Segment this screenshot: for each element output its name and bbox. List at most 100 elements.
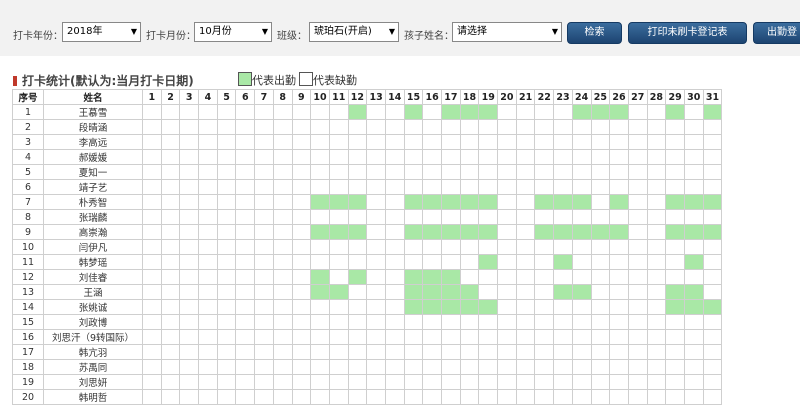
attendance-cell-absent — [198, 209, 218, 225]
attendance-cell-absent — [515, 134, 536, 150]
attendance-cell-absent — [254, 104, 274, 120]
attendance-cell-absent — [590, 344, 611, 360]
year-select-value: 2018年 — [67, 26, 103, 37]
attendance-cell-absent — [347, 299, 368, 315]
attendance-cell-present — [441, 299, 461, 315]
attendance-cell-absent — [665, 254, 685, 270]
attendance-cell-absent — [646, 224, 667, 240]
attendance-cell-absent — [609, 119, 629, 135]
attendance-cell-absent — [347, 284, 368, 300]
attendance-cell-absent — [683, 209, 704, 225]
attendance-cell-absent — [366, 314, 386, 330]
attendance-cell-absent — [291, 239, 312, 255]
attendance-cell-absent — [590, 284, 611, 300]
attendance-cell-absent — [609, 134, 629, 150]
attendance-cell-absent — [534, 389, 555, 405]
attendance-cell-absent — [254, 134, 274, 150]
month-select[interactable]: 10月份 ▼ — [194, 22, 272, 42]
attendance-cell-absent — [142, 299, 162, 315]
attendance-cell-absent — [497, 149, 517, 165]
attendance-cell-absent — [702, 374, 723, 390]
attendance-cell-absent — [160, 374, 181, 390]
attendance-cell-absent — [441, 119, 461, 135]
attendance-cell-absent — [571, 149, 592, 165]
attendance-cell-absent — [235, 359, 256, 375]
attendance-cell-present — [422, 299, 442, 315]
col-header-day: 4 — [198, 89, 218, 105]
attendance-cell-absent — [235, 209, 256, 225]
attendance-cell-absent — [384, 224, 405, 240]
attendance-cell-absent — [142, 194, 162, 210]
attendance-cell-absent — [384, 209, 405, 225]
attendance-cell-absent — [179, 299, 200, 315]
attendance-cell-absent — [609, 374, 629, 390]
attendance-cell-absent — [179, 164, 200, 180]
attendance-cell-absent — [590, 194, 611, 210]
attendance-cell-absent — [235, 254, 256, 270]
year-select[interactable]: 2018年 ▼ — [62, 22, 141, 42]
attendance-cell-absent — [198, 389, 218, 405]
attendance-cell-absent — [571, 314, 592, 330]
attendance-cell-absent — [347, 344, 368, 360]
attendance-cell-present — [478, 194, 499, 210]
attendance-cell-absent — [160, 164, 181, 180]
attendance-cell-absent — [328, 359, 349, 375]
attendance-cell-absent — [571, 239, 592, 255]
attendance-cell-present — [422, 224, 442, 240]
search-button[interactable]: 检索 — [567, 22, 622, 44]
child-select[interactable]: 请选择 ▼ — [452, 22, 562, 42]
attendance-cell-present — [459, 284, 480, 300]
attendance-cell-absent — [534, 104, 555, 120]
attendance-cell-absent — [366, 269, 386, 285]
attendance-cell-absent — [254, 359, 274, 375]
attendance-cell-absent — [571, 164, 592, 180]
attendance-cell-absent — [310, 239, 330, 255]
row-index: 1 — [12, 104, 44, 120]
attendance-cell-absent — [627, 104, 648, 120]
attendance-cell-absent — [272, 119, 293, 135]
col-header-name: 姓名 — [43, 89, 143, 105]
row-index: 5 — [12, 164, 44, 180]
attendance-cell-absent — [497, 359, 517, 375]
attendance-cell-absent — [235, 104, 256, 120]
attendance-cell-absent — [497, 344, 517, 360]
attendance-cell-present — [403, 224, 424, 240]
attendance-cell-absent — [478, 374, 499, 390]
col-header-day: 15 — [403, 89, 424, 105]
attendance-cell-absent — [254, 194, 274, 210]
attendance-cell-absent — [646, 209, 667, 225]
attendance-cell-present — [683, 299, 704, 315]
attendance-cell-absent — [198, 254, 218, 270]
table-row: 17 韩亢羽 — [12, 344, 723, 360]
attendance-cell-absent — [534, 344, 555, 360]
attendance-cell-absent — [571, 374, 592, 390]
attendance-cell-absent — [198, 314, 218, 330]
print-unpunched-button[interactable]: 打印未刷卡登记表 — [628, 22, 747, 44]
attendance-cell-absent — [515, 179, 536, 195]
attendance-cell-absent — [590, 254, 611, 270]
attendance-cell-absent — [665, 119, 685, 135]
attendance-cell-absent — [459, 359, 480, 375]
title-marker-icon — [13, 76, 17, 86]
attendance-cell-absent — [683, 269, 704, 285]
attendance-cell-absent — [384, 359, 405, 375]
attendance-cell-absent — [646, 344, 667, 360]
class-select[interactable]: 琥珀石(开启) ▼ — [309, 22, 399, 42]
attendance-cell-absent — [235, 194, 256, 210]
attendance-cell-absent — [534, 254, 555, 270]
col-header-day: 23 — [553, 89, 573, 105]
attendance-cell-absent — [291, 359, 312, 375]
chevron-down-icon: ▼ — [388, 27, 395, 36]
attendance-cell-absent — [534, 374, 555, 390]
attendance-cell-present — [478, 104, 499, 120]
attendance-cell-absent — [702, 314, 723, 330]
attendance-cell-absent — [254, 374, 274, 390]
attendance-cell-absent — [553, 359, 573, 375]
row-name: 刘佳睿 — [43, 269, 143, 285]
attendance-cell-present — [422, 269, 442, 285]
export-attendance-button[interactable]: 出勤登 — [753, 22, 800, 44]
attendance-cell-present — [683, 194, 704, 210]
attendance-cell-absent — [665, 344, 685, 360]
attendance-cell-absent — [366, 344, 386, 360]
attendance-cell-absent — [272, 254, 293, 270]
